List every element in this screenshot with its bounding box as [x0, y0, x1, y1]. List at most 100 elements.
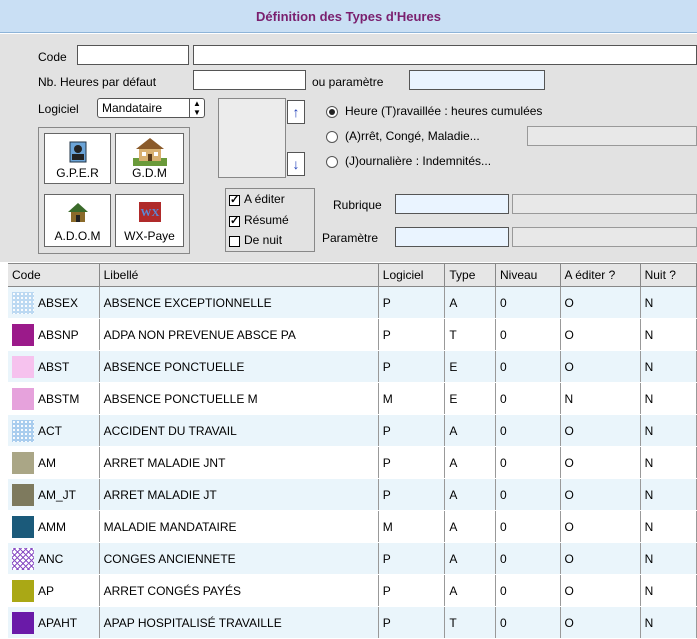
house-icon — [132, 138, 167, 166]
code-text: AM — [38, 455, 56, 470]
cell-editer: O — [560, 478, 641, 511]
cell-nuit: N — [640, 350, 697, 383]
cell-logiciel: P — [378, 606, 446, 639]
parametre-field[interactable] — [395, 227, 509, 247]
cell-code: AP — [8, 574, 100, 607]
cell-logiciel: M — [378, 510, 446, 543]
svg-text:WX: WX — [140, 207, 159, 219]
person-badge-icon — [69, 141, 86, 163]
table-row[interactable]: ABST ABSENCE PONCTUELLE P E 0 O N — [8, 350, 697, 383]
cell-nuit: N — [640, 318, 697, 351]
parametre-heures-field[interactable] — [409, 70, 545, 90]
cell-code: AMM — [8, 510, 100, 543]
cell-nuit: N — [640, 414, 697, 447]
de-nuit-label: De nuit — [244, 233, 283, 247]
column-header-nuit[interactable]: Nuit ? — [640, 263, 697, 287]
code-description-field[interactable] — [193, 45, 697, 65]
cell-editer: O — [560, 350, 641, 383]
ou-parametre-label: ou paramètre — [312, 75, 384, 89]
scroll-down-button[interactable]: ↓ — [287, 152, 305, 176]
scroll-up-button[interactable]: ↑ — [287, 100, 305, 124]
cell-logiciel: P — [378, 350, 446, 383]
cell-code: ABSNP — [8, 318, 100, 351]
cell-niveau: 0 — [495, 414, 561, 447]
rubrique-description-field[interactable] — [512, 194, 697, 214]
cell-type: A — [444, 542, 496, 575]
cell-editer: O — [560, 286, 641, 319]
radio-arret[interactable] — [326, 131, 338, 143]
adom-button[interactable]: A.D.O.M — [44, 194, 111, 247]
logiciel-label: Logiciel — [38, 102, 79, 116]
logiciel-selected-value: Mandataire — [102, 101, 163, 115]
cell-type: T — [444, 606, 496, 639]
cell-code: APAHT — [8, 606, 100, 639]
cell-libelle: ABSENCE EXCEPTIONNELLE — [99, 286, 379, 319]
logiciel-listbox[interactable] — [218, 98, 286, 178]
table-row[interactable]: AM ARRET MALADIE JNT P A 0 O N — [8, 446, 697, 479]
color-swatch — [12, 323, 34, 346]
cell-code: AM_JT — [8, 478, 100, 511]
a-editer-checkbox[interactable]: ✓ — [229, 195, 240, 206]
table-row[interactable]: AMM MALADIE MANDATAIRE M A 0 O N — [8, 510, 697, 543]
column-header-code[interactable]: Code — [8, 263, 100, 287]
wx-paye-button[interactable]: WX WX-Paye — [115, 194, 184, 247]
cell-logiciel: P — [378, 414, 446, 447]
cell-editer: O — [560, 510, 641, 543]
code-field[interactable] — [77, 45, 189, 65]
parametre-description-field[interactable] — [512, 227, 697, 247]
cell-code: ABST — [8, 350, 100, 383]
radio-journaliere[interactable] — [326, 156, 338, 168]
cell-logiciel: M — [378, 382, 446, 415]
arret-field[interactable] — [527, 126, 697, 146]
code-text: AM_JT — [38, 487, 77, 502]
cell-libelle: ADPA NON PREVENUE ABSCE PA — [99, 318, 379, 351]
cell-niveau: 0 — [495, 318, 561, 351]
table-row[interactable]: ANC CONGES ANCIENNETE P A 0 O N — [8, 542, 697, 575]
cell-editer: O — [560, 446, 641, 479]
column-header-type[interactable]: Type — [444, 263, 496, 287]
table-row[interactable]: AM_JT ARRET MALADIE JT P A 0 O N — [8, 478, 697, 511]
gper-button[interactable]: G.P.E.R — [44, 133, 111, 184]
cell-editer: O — [560, 542, 641, 575]
code-text: ANC — [38, 551, 64, 566]
code-text: ABSNP — [38, 327, 79, 342]
cell-niveau: 0 — [495, 574, 561, 607]
column-header-libelle[interactable]: Libellé — [99, 263, 379, 287]
radio-journaliere-label: (J)ournalière : Indemnités... — [345, 154, 492, 168]
code-text: ABST — [38, 359, 70, 374]
cell-editer: O — [560, 318, 641, 351]
cell-logiciel: P — [378, 318, 446, 351]
cell-libelle: MALADIE MANDATAIRE — [99, 510, 379, 543]
cell-logiciel: P — [378, 446, 446, 479]
code-text: AP — [38, 583, 55, 598]
resume-label: Résumé — [244, 213, 289, 227]
cell-logiciel: P — [378, 478, 446, 511]
gdm-button[interactable]: G.D.M — [115, 133, 184, 184]
de-nuit-checkbox[interactable] — [229, 236, 240, 247]
gdm-label: G.D.M — [132, 166, 167, 180]
column-header-logiciel[interactable]: Logiciel — [378, 263, 446, 287]
radio-heure-travaillee[interactable] — [326, 106, 338, 118]
cell-code: ABSEX — [8, 286, 100, 319]
cell-code: ACT — [8, 414, 100, 447]
logiciel-select[interactable]: Mandataire ▲ ▼ — [97, 98, 205, 118]
cell-nuit: N — [640, 542, 697, 575]
table-row[interactable]: ACT ACCIDENT DU TRAVAIL P A 0 O N — [8, 414, 697, 447]
radio-heure-travaillee-label: Heure (T)ravaillée : heures cumulées — [345, 104, 543, 118]
window-title: Définition des Types d'Heures — [256, 9, 441, 24]
color-swatch — [12, 611, 34, 634]
resume-checkbox[interactable]: ✓ — [229, 216, 240, 227]
column-header-a-editer[interactable]: A éditer ? — [560, 263, 641, 287]
cell-editer: O — [560, 414, 641, 447]
nb-heures-field[interactable] — [193, 70, 306, 90]
column-header-niveau[interactable]: Niveau — [495, 263, 561, 287]
table-row[interactable]: ABSEX ABSENCE EXCEPTIONNELLE P A 0 O N — [8, 286, 697, 319]
table-row[interactable]: APAHT APAP HOSPITALISÉ TRAVAILLE P T 0 O N — [8, 606, 697, 639]
table-row[interactable]: ABSNP ADPA NON PREVENUE ABSCE PA P T 0 O N — [8, 318, 697, 351]
hour-types-table: Code Libellé Logiciel Type Niveau A édit… — [8, 263, 697, 639]
cell-type: T — [444, 318, 496, 351]
color-swatch — [12, 355, 34, 378]
table-row[interactable]: AP ARRET CONGÉS PAYÉS P A 0 O N — [8, 574, 697, 607]
rubrique-field[interactable] — [395, 194, 509, 214]
table-row[interactable]: ABSTM ABSENCE PONCTUELLE MME0NN — [8, 382, 697, 415]
